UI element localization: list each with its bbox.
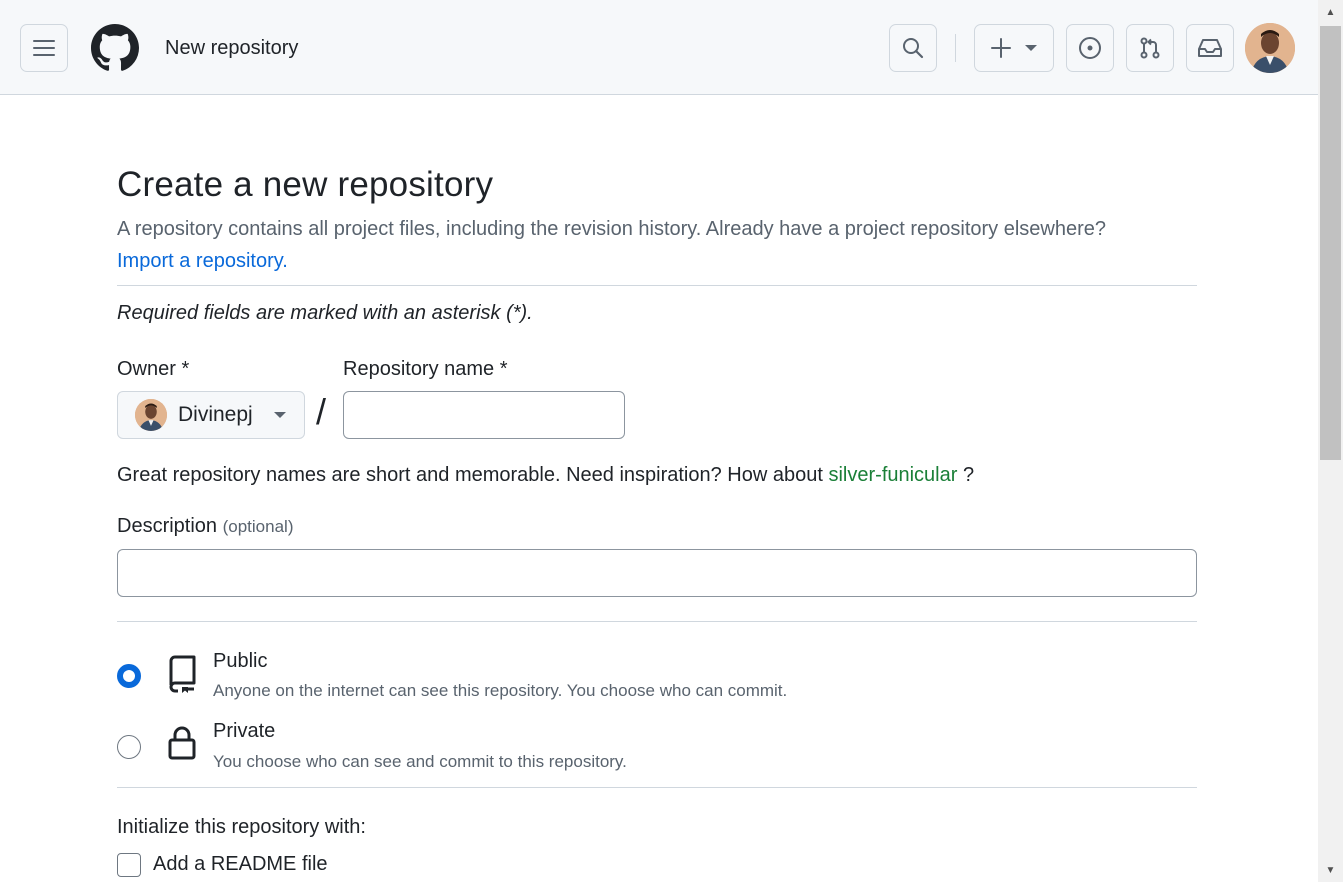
header-divider	[955, 34, 956, 62]
form-subtitle: A repository contains all project files,…	[117, 213, 1197, 277]
form-heading: Create a new repository	[117, 165, 494, 204]
hint-text: Great repository names are short and mem…	[117, 464, 823, 486]
inbox-button[interactable]	[1186, 24, 1234, 72]
private-option-description: You choose who can see and commit to thi…	[213, 752, 627, 771]
inbox-icon	[1198, 39, 1222, 57]
initialize-label: Initialize this repository with:	[117, 816, 366, 838]
plus-icon	[991, 38, 1011, 58]
add-readme-checkbox[interactable]	[117, 853, 141, 877]
public-option-description: Anyone on the internet can see this repo…	[213, 681, 788, 700]
triangle-down-icon	[1025, 45, 1037, 51]
create-new-button[interactable]	[974, 24, 1054, 72]
description-label: Description	[117, 515, 218, 537]
owner-select-button[interactable]: Divinepj	[117, 391, 305, 439]
hamburger-icon	[33, 40, 55, 56]
optional-tag: (optional)	[222, 517, 294, 536]
hint-suffix: ?	[957, 464, 975, 486]
import-repository-link[interactable]: Import a repository.	[117, 250, 288, 272]
owner-repo-separator: /	[316, 391, 327, 432]
app-header: New repository	[0, 0, 1318, 95]
scrollbar-thumb[interactable]	[1320, 26, 1341, 460]
scroll-down-arrow-icon[interactable]: ▼	[1318, 860, 1343, 880]
divider	[117, 285, 1197, 286]
page-title: New repository	[165, 37, 299, 59]
public-option-title: Public	[213, 650, 268, 672]
scroll-up-arrow-icon[interactable]: ▲	[1318, 2, 1343, 22]
add-readme-label[interactable]: Add a README file	[153, 853, 328, 876]
visibility-public-radio[interactable]	[117, 664, 141, 688]
repo-icon	[169, 655, 196, 693]
repo-name-hint: Great repository names are short and mem…	[117, 464, 974, 487]
private-option-title: Private	[213, 720, 276, 742]
lock-icon	[168, 726, 196, 760]
issue-opened-icon	[1079, 37, 1101, 59]
github-logo-icon[interactable]	[91, 24, 141, 72]
owner-avatar	[135, 399, 167, 431]
user-avatar[interactable]	[1245, 23, 1295, 73]
description-label-row: Description (optional)	[117, 515, 293, 538]
subtitle-text: A repository contains all project files,…	[117, 218, 1107, 240]
issues-button[interactable]	[1066, 24, 1114, 72]
triangle-down-icon	[273, 412, 286, 418]
divider	[117, 621, 1197, 622]
search-icon	[903, 38, 924, 59]
visibility-private-radio[interactable]	[117, 735, 141, 759]
owner-label: Owner *	[117, 358, 190, 380]
search-button[interactable]	[889, 24, 937, 72]
menu-button[interactable]	[20, 24, 68, 72]
pull-requests-button[interactable]	[1126, 24, 1174, 72]
git-pull-request-icon	[1140, 37, 1160, 59]
repo-name-label: Repository name *	[343, 358, 508, 380]
description-input[interactable]	[117, 549, 1197, 597]
repository-name-input[interactable]	[343, 391, 625, 439]
required-fields-note: Required fields are marked with an aster…	[117, 302, 533, 324]
name-suggestion-link[interactable]: silver-funicular	[828, 464, 957, 486]
divider	[117, 787, 1197, 788]
owner-name: Divinepj	[178, 403, 253, 426]
